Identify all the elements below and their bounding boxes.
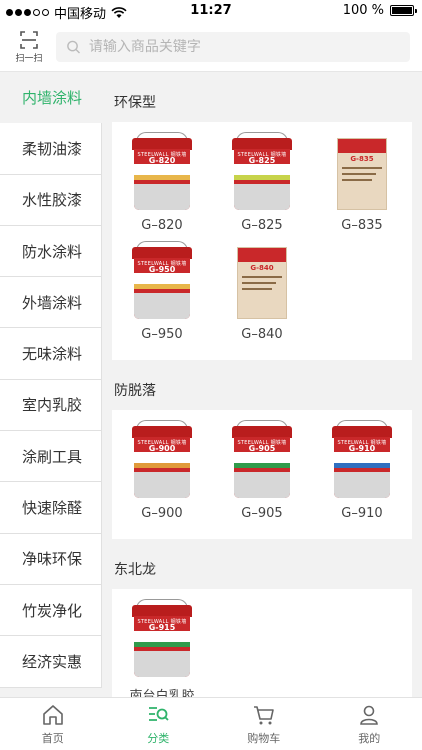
user-icon [360,705,379,725]
product-item[interactable]: G-840 G–840 [212,241,312,350]
product-image: STEELWALL 钢铁墙 G-950 [131,241,192,319]
product-image: STEELWALL 钢铁墙 G-910 [331,420,392,498]
main-area: 内墙涂料 柔韧油漆 水性胶漆 防水涂料 外墙涂料 无味涂料 室内乳胶 涂刷工具 快速除醛 净味环保… [0,72,422,697]
product-image: G-835 [336,138,387,210]
scan-icon [20,30,38,49]
product-name: G–905 [241,506,283,521]
product-image: G-840 [236,247,287,319]
tab-home-label: 首页 [41,731,64,745]
product-code: G-840 [250,264,274,272]
header: 扫一扫 [0,22,422,72]
tab-mine-label: 我的 [358,731,381,745]
sidebar-item[interactable]: 竹炭净化 [0,584,102,637]
product-code: G-910 [348,444,376,453]
product-code: G-905 [248,444,276,453]
tab-cart[interactable]: 购物车 [211,698,317,750]
product-stripe [333,463,390,468]
sidebar-item[interactable]: 防水涂料 [0,225,102,278]
section-title: 东北龙 [114,562,156,578]
sidebar-item[interactable]: 柔韧油漆 [0,123,102,175]
sidebar-item[interactable]: 净味环保 [0,533,102,585]
product-name: G–820 [141,218,183,233]
tab-home[interactable]: 首页 [0,698,106,750]
product-grid: STEELWALL 钢铁墙 G-820 G–820 STEELWALL 钢铁墙 G-82… [112,122,412,360]
product-stripe [133,284,190,289]
sidebar-item[interactable]: 涂刷工具 [0,431,102,483]
tab-cart-label: 购物车 [247,731,281,745]
product-item[interactable]: STEELWALL 钢铁墙 G-820 G–820 [112,132,212,241]
tab-category[interactable]: 分类 [106,698,212,750]
product-image: STEELWALL 钢铁墙 G-915 [131,599,192,677]
product-item[interactable]: STEELWALL 钢铁墙 G-910 G–910 [312,420,412,529]
section-title: 防脱落 [114,383,156,399]
sidebar-item[interactable]: 无味涂料 [0,328,102,380]
product-grid: STEELWALL 钢铁墙 G-915 南台白乳胶 [112,589,412,697]
product-stripe [133,642,190,647]
battery-icon [390,5,417,16]
sidebar-item[interactable]: 经济实惠 [0,636,102,688]
product-item[interactable]: STEELWALL 钢铁墙 G-900 G–900 [112,420,212,529]
category-sidebar: 内墙涂料 柔韧油漆 水性胶漆 防水涂料 外墙涂料 无味涂料 室内乳胶 涂刷工具 快速除醛 净味环保… [0,72,102,697]
product-stripe [233,175,290,180]
product-name: G–910 [341,506,383,521]
tab-category-label: 分类 [147,731,170,745]
product-code: G-835 [350,155,374,163]
sidebar-item[interactable]: 室内乳胶 [0,379,102,432]
product-item[interactable]: STEELWALL 钢铁墙 G-915 南台白乳胶 [112,599,212,697]
scan-button[interactable]: 扫一扫 [14,30,44,64]
product-name: G–825 [241,218,283,233]
product-item[interactable]: G-835 G–835 [312,132,412,241]
home-icon [42,704,63,725]
search-input[interactable] [88,38,400,55]
product-code: G-820 [148,156,176,165]
product-stripe [133,463,190,468]
status-bar: 中国移动 11:27 100 % [0,0,422,22]
search-bar[interactable] [56,31,410,62]
product-code: G-900 [148,444,176,453]
product-item[interactable]: STEELWALL 钢铁墙 G-825 G–825 [212,132,312,241]
product-item[interactable]: STEELWALL 钢铁墙 G-950 G–950 [112,241,212,350]
tab-mine[interactable]: 我的 [317,698,422,750]
product-name: G–950 [141,327,183,342]
category-icon [149,706,169,721]
product-grid: STEELWALL 钢铁墙 G-900 G–900 STEELWALL 钢铁墙 G-90… [112,410,412,539]
sidebar-item[interactable]: 水性胶漆 [0,174,102,226]
tab-bar: 首页 分类 购物车 我的 [0,697,422,750]
product-stripe [233,463,290,468]
product-image: STEELWALL 钢铁墙 G-905 [231,420,292,498]
sidebar-item[interactable]: 外墙涂料 [0,277,102,329]
cart-icon [253,705,274,724]
product-code: G-825 [248,156,276,165]
product-image: STEELWALL 钢铁墙 G-900 [131,420,192,498]
section-title: 环保型 [114,95,156,111]
product-name: G–835 [341,218,383,233]
product-image: STEELWALL 钢铁墙 G-825 [231,132,292,210]
product-item[interactable]: STEELWALL 钢铁墙 G-905 G–905 [212,420,312,529]
sidebar-item[interactable]: 快速除醛 [0,482,102,534]
battery-percent: 100 % [342,3,384,18]
product-stripe [133,175,190,180]
product-name: 南台白乳胶 [129,689,195,697]
product-name: G–900 [141,506,183,521]
product-image: STEELWALL 钢铁墙 G-820 [131,132,192,210]
sidebar-item[interactable]: 内墙涂料 [0,72,102,124]
product-code: G-915 [148,623,176,632]
product-code: G-950 [148,265,176,274]
product-content: 环保型 STEELWALL 钢铁墙 G-820 G–820 STEELWALL 钢铁墙 G… [102,72,422,697]
product-name: G–840 [241,327,283,342]
search-icon [67,40,81,54]
scan-label: 扫一扫 [15,53,43,64]
